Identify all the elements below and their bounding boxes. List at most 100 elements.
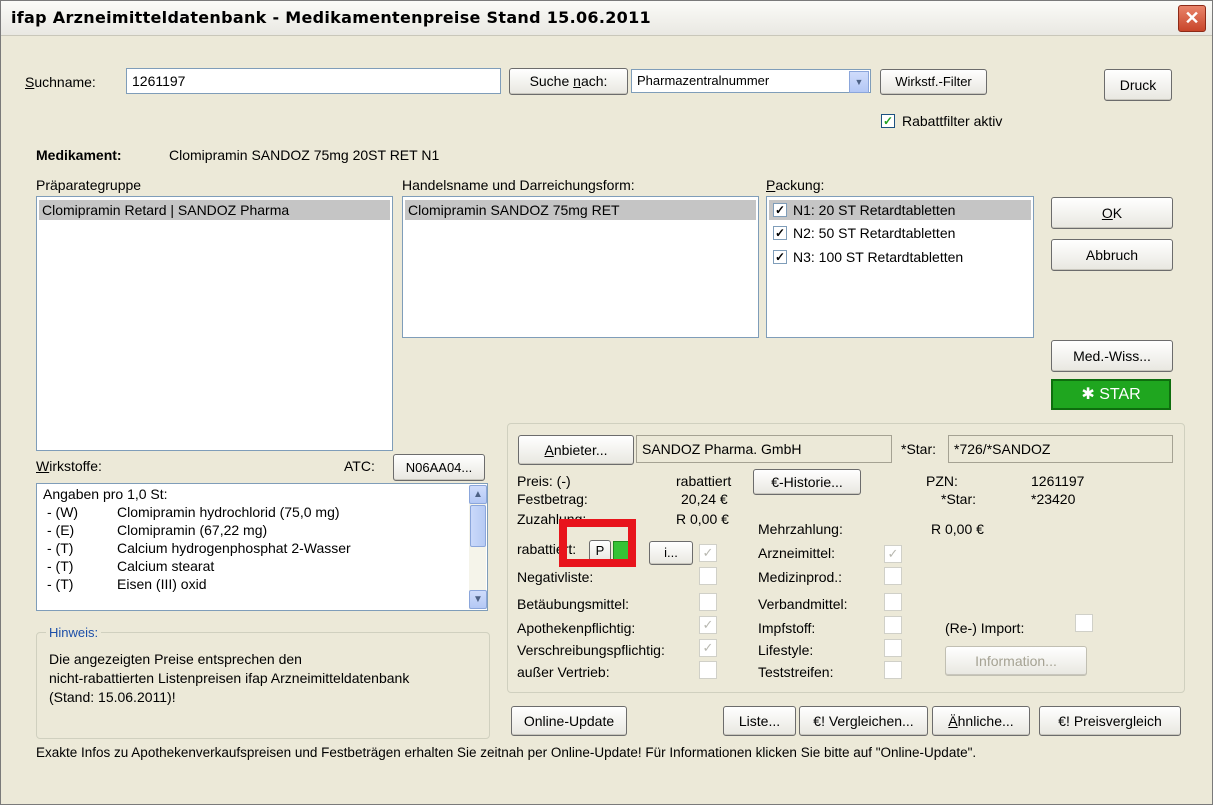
price-history-button[interactable]: €-Historie...	[753, 469, 861, 495]
lifestyle-label: Lifestyle:	[758, 642, 814, 658]
festbetrag-label: Festbetrag:	[517, 491, 588, 507]
ingredient-code: - (T)	[47, 540, 74, 556]
search-input[interactable]: 1261197	[126, 68, 501, 94]
star2-value: *23420	[1031, 491, 1076, 507]
medication-label: Medikament:	[36, 147, 122, 163]
apo-label: Apothekenpflichtig:	[517, 620, 636, 636]
ingredient-name: Calcium hydrogenphosphat 2-Wasser	[117, 540, 351, 556]
price-compare-button[interactable]: €! Preisvergleich	[1039, 706, 1181, 736]
rebate-filter-label: Rabattfilter aktiv	[902, 113, 1003, 129]
list-button[interactable]: Liste...	[723, 706, 796, 736]
title-bar[interactable]: ifap Arzneimitteldatenbank - Medikamente…	[1, 1, 1212, 36]
arznei-label: Arzneimittel:	[758, 545, 836, 561]
tradename-list-label: Handelsname und Darreichungsform:	[402, 177, 635, 193]
search-by-button[interactable]: Suche nach:	[509, 68, 628, 95]
pzn-value: 1261197	[1031, 473, 1085, 489]
list-item[interactable]: ✓ N2: 50 ST Retardtabletten	[769, 223, 1031, 243]
star2-label: *Star:	[941, 491, 977, 507]
rabattiert-label: rabattiert	[676, 473, 732, 489]
scroll-up-icon[interactable]: ▲	[469, 485, 487, 504]
impf-label: Impfstoff:	[758, 620, 816, 636]
festbetrag-value: 20,24 €	[681, 491, 728, 507]
window-title: ifap Arzneimitteldatenbank - Medikamente…	[11, 8, 651, 27]
zuzahlung-value: R 0,00 €	[676, 511, 729, 527]
rebate-filter-checkbox[interactable]: ✓	[881, 114, 895, 128]
ingredient-code: - (T)	[47, 558, 74, 574]
search-type-value: Pharmazentralnummer	[637, 73, 770, 88]
hint-label: Hinweis:	[46, 625, 102, 640]
med-wiss-button[interactable]: Med.-Wiss...	[1051, 340, 1173, 372]
anbieter-button[interactable]: Anbieter...	[518, 435, 634, 465]
ingredients-list[interactable]: Angaben pro 1,0 St: - (W) Clomipramin hy…	[36, 483, 488, 611]
tradename-list[interactable]: Clomipramin SANDOZ 75mg RET	[402, 196, 759, 338]
info-button[interactable]: i...	[649, 541, 693, 565]
hint-line: (Stand: 15.06.2011)!	[49, 689, 176, 705]
ingredients-header: Angaben pro 1,0 St:	[43, 486, 168, 502]
similar-button[interactable]: Ähnliche...	[932, 706, 1030, 736]
pzn-label: PZN:	[926, 473, 958, 489]
package-list[interactable]: ✓ N1: 20 ST Retardtabletten ✓ N2: 50 ST Re…	[766, 196, 1034, 338]
ok-button[interactable]: OK	[1051, 197, 1173, 229]
checkmark-icon[interactable]: ✓	[773, 203, 787, 217]
lifestyle-checkbox	[884, 639, 902, 657]
online-update-button[interactable]: Online-Update	[511, 706, 627, 736]
ingredient-name: Calcium stearat	[117, 558, 215, 574]
verband-label: Verbandmittel:	[758, 596, 848, 612]
negativliste-label: Negativliste:	[517, 569, 594, 585]
wirkstoff-filter-button[interactable]: Wirkstf.-Filter	[880, 69, 987, 95]
arznei-checkbox: ✓	[884, 545, 902, 563]
mehrzahlung-label: Mehrzahlung:	[758, 521, 843, 537]
ausser-label: außer Vertrieb:	[517, 664, 610, 680]
ingredient-name: Clomipramin (67,22 mg)	[117, 522, 268, 538]
mehrzahlung-value: R 0,00 €	[931, 521, 984, 537]
atc-button[interactable]: N06AA04...	[393, 454, 485, 481]
anbieter-field: SANDOZ Pharma. GmbH	[636, 435, 892, 463]
list-item[interactable]: ✓ N1: 20 ST Retardtabletten	[769, 200, 1031, 220]
dialog-window: ifap Arzneimitteldatenbank - Medikamente…	[0, 0, 1213, 805]
reimport-checkbox	[1075, 614, 1093, 632]
search-type-select[interactable]: Pharmazentralnummer ▼	[631, 69, 871, 93]
scroll-down-icon[interactable]: ▼	[469, 590, 487, 609]
list-item[interactable]: Clomipramin Retard | SANDOZ Pharma	[39, 200, 390, 220]
btm-label: Betäubungsmittel:	[517, 596, 630, 612]
list-item[interactable]: Clomipramin SANDOZ 75mg RET	[405, 200, 756, 220]
btm-checkbox	[699, 593, 717, 611]
star-label: *Star:	[901, 441, 937, 457]
ingredient-code: - (T)	[47, 576, 74, 592]
verband-checkbox	[884, 593, 902, 611]
impf-checkbox	[884, 616, 902, 634]
test-label: Teststreifen:	[758, 664, 834, 680]
compare-button[interactable]: €! Vergleichen...	[799, 706, 928, 736]
cancel-button[interactable]: Abbruch	[1051, 239, 1173, 271]
star-button[interactable]: ✱ STAR	[1051, 379, 1171, 410]
medication-value: Clomipramin SANDOZ 75mg 20ST RET N1	[169, 147, 440, 163]
ausser-checkbox	[699, 661, 717, 679]
highlight-box	[559, 519, 636, 567]
close-icon[interactable]: ✕	[1178, 5, 1206, 32]
scrollbar-thumb[interactable]	[470, 505, 486, 547]
package-list-label: Packung:	[766, 177, 825, 193]
checkmark-icon[interactable]: ✓	[773, 226, 787, 240]
list-item[interactable]: ✓ N3: 100 ST Retardtabletten	[769, 247, 1031, 267]
information-button[interactable]: Information...	[945, 646, 1087, 676]
search-label: Suchname:	[25, 74, 96, 90]
group-list[interactable]: Clomipramin Retard | SANDOZ Pharma	[36, 196, 393, 451]
hint-line: Die angezeigten Preise entsprechen den	[49, 651, 302, 667]
print-button[interactable]: Druck	[1104, 69, 1172, 101]
reimport-label: (Re-) Import:	[945, 620, 1025, 636]
rezept-checkbox: ✓	[699, 639, 717, 657]
ingredient-name: Clomipramin hydrochlorid (75,0 mg)	[117, 504, 340, 520]
rabattiert-checkbox: ✓	[699, 544, 717, 562]
hint-line: nicht-rabattierten Listenpreisen ifap Ar…	[49, 670, 410, 686]
checkmark-icon[interactable]: ✓	[773, 250, 787, 264]
chevron-down-icon[interactable]: ▼	[849, 71, 869, 93]
price-label: Preis: (-)	[517, 473, 571, 489]
star-field: *726/*SANDOZ	[948, 435, 1173, 463]
ingredients-scrollbar[interactable]: ▲ ▼	[469, 485, 487, 609]
ingredient-code: - (W)	[47, 504, 79, 520]
ingredient-code: - (E)	[47, 522, 75, 538]
atc-label: ATC:	[344, 458, 375, 474]
star-icon: ✱	[1081, 386, 1095, 403]
ingredients-label: Wirkstoffe:	[36, 458, 102, 474]
footer-text: Exakte Infos zu Apothekenverkaufspreisen…	[36, 745, 977, 760]
